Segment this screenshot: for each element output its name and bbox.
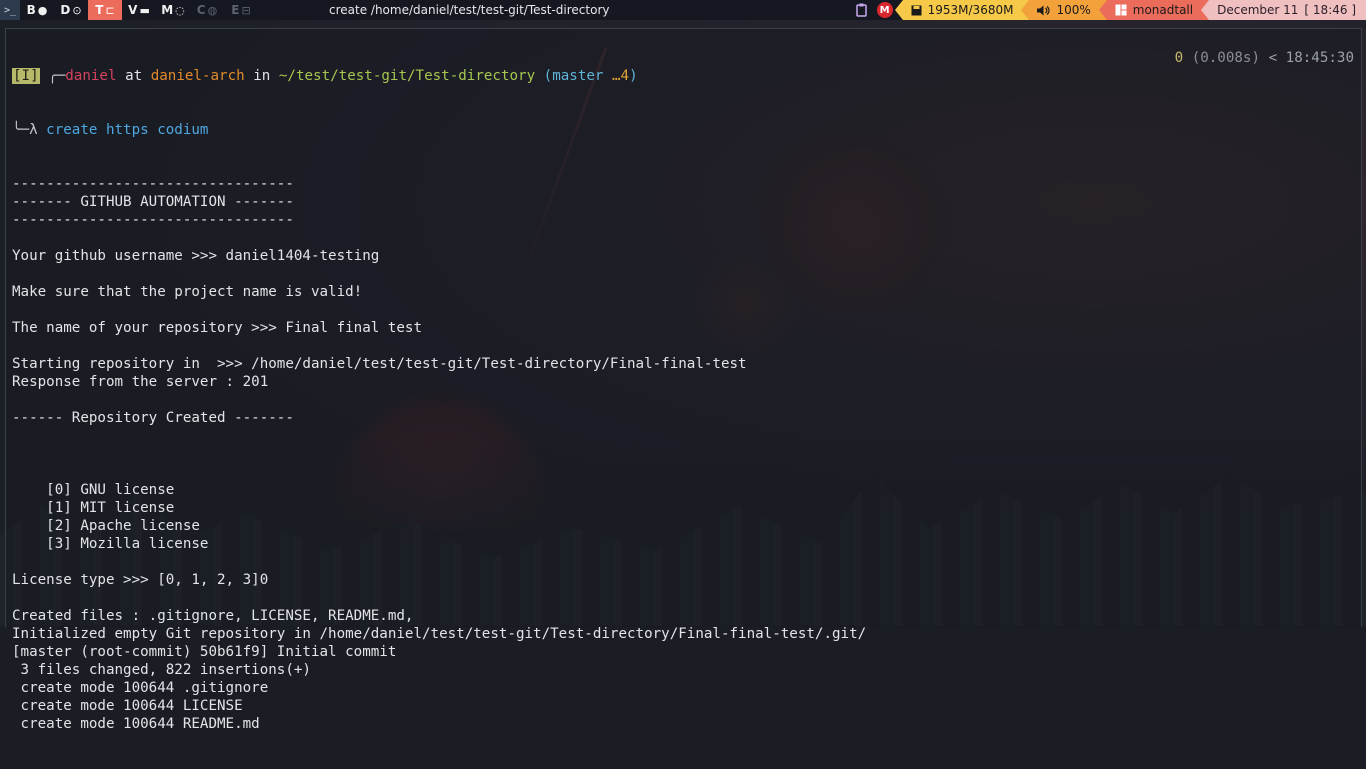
workspace-t[interactable]: T ⊏ [88,0,122,20]
layout-icon [1115,4,1127,16]
workspace-symbol: ● [37,3,48,17]
memory-usage: 1953M/3680M [927,3,1014,17]
typed-command: create https codium [46,122,209,138]
workspace-symbol: ▬ [139,3,150,17]
command-output: --------------------------------- -------… [12,175,866,733]
workspace-letter: C [196,3,206,17]
output-line: --------------------------------- [12,176,294,192]
workspace-letter: M [161,3,174,17]
mega-sync-icon[interactable]: M [875,0,895,20]
output-line: License type >>> [0, 1, 2, 3]0 [12,572,269,588]
prompt-line-2: ╰─λ create https codium [12,121,866,139]
output-line: create mode 100644 .gitignore [12,680,269,696]
workspace-b[interactable]: B ● [20,0,54,20]
workspace-m[interactable]: M ◌ [156,0,190,20]
date-text: December 11 [1217,3,1299,17]
workspace-letter: E [231,3,240,17]
separator [1201,0,1210,20]
window-title: create /home/daniel/test/test-git/Test-d… [329,3,610,17]
workspace-symbol: ⊏ [105,3,115,17]
workspace-letter: D [60,3,71,17]
terminal-content[interactable]: [I] ╭─daniel at daniel-arch in ~/test/te… [12,31,866,769]
terminal-window[interactable]: [I] ╭─daniel at daniel-arch in ~/test/te… [5,28,1362,732]
output-line: [2] Apache license [12,518,200,534]
workspace-c[interactable]: C ◍ [190,0,224,20]
workspace-d[interactable]: D ⊙ [54,0,88,20]
workspace-symbol: ◌ [175,3,185,17]
separator [1021,0,1030,20]
output-line: [0] GNU license [12,482,175,498]
output-line: create mode 100644 LICENSE [12,698,243,714]
output-line: The name of your repository >>> Final fi… [12,320,422,336]
layout-name: monadtall [1132,3,1194,17]
output-line: Initialized empty Git repository in /hom… [12,626,867,642]
volume-widget[interactable]: 100% [1029,0,1099,20]
prompt-in: in [253,68,271,84]
right-prompt: 0 (0.008s) < 18:45:30 [1175,49,1354,67]
workspace-group: B ● D ⊙ T ⊏ V ▬ M ◌ C ◍ E ⊟ [20,0,258,20]
workspace-v[interactable]: V ▬ [122,0,156,20]
output-line: Your github username >>> daniel1404-test… [12,248,380,264]
output-line: ------ Repository Created ------- [12,410,294,426]
speaker-icon [1037,5,1050,15]
prompt-line-1: [I] ╭─daniel at daniel-arch in ~/test/te… [12,67,866,85]
top-bar: >_ B ● D ⊙ T ⊏ V ▬ M ◌ C ◍ E ⊟ create /home/daniel/te… [0,0,1366,20]
output-line: [1] MIT license [12,500,175,516]
prompt-arrow: ╰─λ [12,122,38,138]
volume-level: 100% [1056,3,1091,17]
prompt-path: ~/test/test-git/Test-directory [278,68,536,84]
workspace-list: >_ B ● D ⊙ T ⊏ V ▬ M ◌ C ◍ E ⊟ [0,0,258,20]
prompt-git-open: ( [543,68,553,84]
workspace-symbol: ⊙ [72,3,82,17]
terminal-icon[interactable]: >_ [0,0,20,20]
output-line: Response from the server : 201 [12,374,269,390]
workspace-symbol: ⊟ [241,3,251,17]
output-line: Created files : .gitignore, LICENSE, REA… [12,608,414,624]
output-line: [3] Mozilla license [12,536,209,552]
output-line: [master (root-commit) 50b61f9] Initial c… [12,644,397,660]
workspace-letter: T [95,3,104,17]
command-duration: (0.008s) [1191,50,1261,66]
memory-widget: 1953M/3680M [902,0,1022,20]
prompt-corner: ╭─ [48,68,66,84]
workspace-letter: V [128,3,138,17]
separator [1098,0,1107,20]
clock-widget[interactable]: December 11 [ 18:46 ] [1209,0,1366,20]
prompt-at: at [125,68,143,84]
layout-widget[interactable]: monadtall [1106,0,1202,20]
workspace-e[interactable]: E ⊟ [224,0,258,20]
floppy-icon [911,5,922,15]
prompt-dirty-count: …4 [612,68,630,84]
vi-mode-indicator: [I] [12,68,40,84]
clipboard-icon[interactable] [849,0,875,20]
output-line: Starting repository in >>> /home/daniel/… [12,356,747,372]
prompt-timestamp: < 18:45:30 [1268,50,1354,66]
prompt-branch: master [552,68,604,84]
prompt-user: daniel [65,68,117,84]
status-area: M 1953M/3680M 100% monadtall December 11… [849,0,1366,20]
workspace-letter: B [26,3,36,17]
mega-badge: M [876,2,893,18]
output-line: create mode 100644 README.md [12,716,260,732]
separator [894,0,903,20]
output-line: Make sure that the project name is valid… [12,284,363,300]
output-line: --------------------------------- [12,212,294,228]
time-text: [ 18:46 ] [1304,3,1356,17]
prompt-host: daniel-arch [150,68,245,84]
prompt-git-close: ) [629,68,638,84]
workspace-symbol: ◍ [207,3,218,17]
output-line: ------- GITHUB AUTOMATION ------- [12,194,294,210]
output-line: 3 files changed, 822 insertions(+) [12,662,311,678]
exit-status: 0 [1174,50,1184,66]
